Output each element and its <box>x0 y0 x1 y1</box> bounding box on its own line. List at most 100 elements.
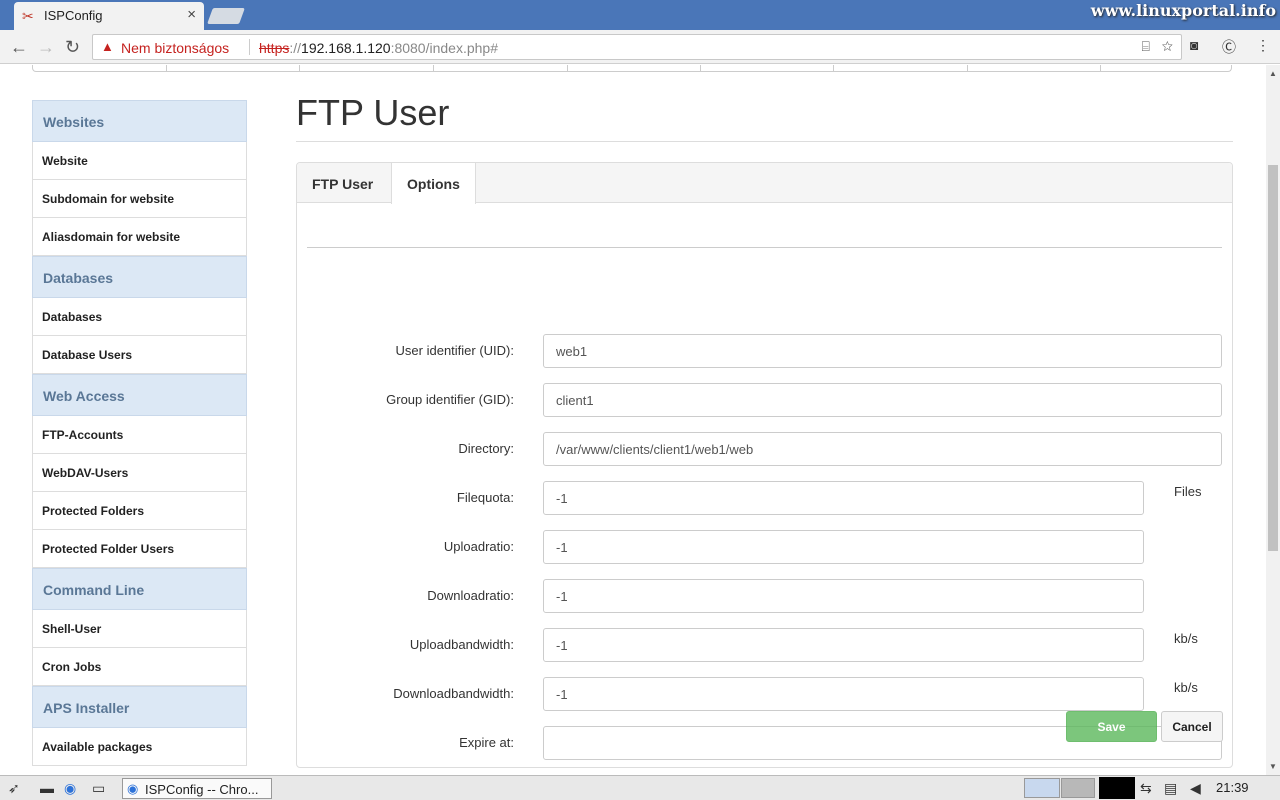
sidebar-section-aps-installer: APS Installer <box>32 686 247 728</box>
workspace-2[interactable] <box>1061 778 1095 798</box>
watermark: www.linuxportal.info <box>1090 1 1276 20</box>
sidebar-item-available-packages[interactable]: Available packages <box>32 728 247 766</box>
downloadbandwidth-label: Downloadbandwidth: <box>393 686 514 701</box>
tab-options[interactable]: Options <box>391 163 476 204</box>
sidebar-item-shell-user[interactable]: Shell-User <box>32 610 247 648</box>
forward-arrow-icon[interactable]: → <box>37 37 55 58</box>
network-icon[interactable]: ⇆ <box>1140 780 1152 797</box>
sidebar-item-website[interactable]: Website <box>32 142 247 180</box>
row-filequota: Filequota: Files <box>297 481 1232 515</box>
file-manager-icon[interactable]: ▬ <box>40 780 54 796</box>
security-indicator[interactable]: Nem biztonságos <box>121 40 229 56</box>
filequota-unit: Files <box>1174 484 1202 499</box>
uploadbandwidth-unit: kb/s <box>1174 631 1198 646</box>
row-directory: Directory: <box>297 432 1232 466</box>
ispconfig-favicon-icon: ✂ <box>22 8 34 24</box>
scroll-down-icon[interactable]: ▼ <box>1269 762 1277 771</box>
uid-label: User identifier (UID): <box>395 343 514 358</box>
sidebar-section-command-line: Command Line <box>32 568 247 610</box>
scroll-up-icon[interactable]: ▲ <box>1269 69 1277 78</box>
row-uploadbandwidth: Uploadbandwidth: kb/s <box>297 628 1232 662</box>
sidebar-item-subdomain[interactable]: Subdomain for website <box>32 180 247 218</box>
url-host: 192.168.1.120 <box>301 40 391 56</box>
page-scrollbar[interactable]: ▲ ▼ <box>1266 65 1280 775</box>
sidebar-item-protected-folders[interactable]: Protected Folders <box>32 492 247 530</box>
browser-menu-icon[interactable]: ⋮ <box>1256 37 1270 54</box>
sidebar-item-protected-folder-users[interactable]: Protected Folder Users <box>32 530 247 568</box>
reload-icon[interactable]: ↻ <box>65 37 80 58</box>
new-tab-button[interactable] <box>207 8 245 24</box>
tab-close-icon[interactable]: × <box>187 6 196 23</box>
omnibox-divider <box>249 39 250 55</box>
chrome-launcher-icon[interactable]: ◉ <box>64 780 76 797</box>
cancel-button[interactable]: Cancel <box>1161 711 1223 742</box>
taskbar-clock[interactable]: 21:39 <box>1216 780 1249 795</box>
url-separator: :// <box>289 40 302 56</box>
sidebar-item-aliasdomain[interactable]: Aliasdomain for website <box>32 218 247 256</box>
sidebar-section-databases: Databases <box>32 256 247 298</box>
uploadratio-input[interactable] <box>543 530 1144 564</box>
desktop-taskbar: ➶ ▬ ◉ ▭ ◉ ISPConfig -- Chro... ⇆ ▤ ◀ 21:… <box>0 775 1280 800</box>
sidebar-menu: Websites Website Subdomain for website A… <box>32 100 247 766</box>
uid-input[interactable] <box>543 334 1222 368</box>
tab-ftp-user[interactable]: FTP User <box>297 163 388 204</box>
gid-label: Group identifier (GID): <box>386 392 514 407</box>
workspace-1[interactable] <box>1024 778 1060 798</box>
sidebar-item-database-users[interactable]: Database Users <box>32 336 247 374</box>
sidebar-section-web-access: Web Access <box>32 374 247 416</box>
filequota-input[interactable] <box>543 481 1144 515</box>
form-panel: FTP User Options User identifier (UID): … <box>296 162 1233 768</box>
url-scheme: https <box>259 40 290 56</box>
browser-toolbar: ← → ↻ ▲ Nem biztonságos https://192.168.… <box>0 30 1280 64</box>
translate-icon[interactable]: ⌸ <box>1141 38 1149 54</box>
sidebar-item-databases[interactable]: Databases <box>32 298 247 336</box>
directory-input[interactable] <box>543 432 1222 466</box>
page-title: FTP User <box>296 92 450 133</box>
row-downloadbandwidth: Downloadbandwidth: kb/s <box>297 677 1232 711</box>
gid-input[interactable] <box>543 383 1222 417</box>
omnibox-actions: ⌸ ☆ <box>1141 38 1173 55</box>
downloadbandwidth-unit: kb/s <box>1174 680 1198 695</box>
chrome-window-icon: ◉ <box>127 781 139 796</box>
page-content: Websites Website Subdomain for website A… <box>0 65 1266 775</box>
scrollbar-thumb[interactable] <box>1268 165 1278 551</box>
volume-icon[interactable]: ◀ <box>1190 780 1201 797</box>
browser-tab-bar: ✂ ISPConfig × www.linuxportal.info <box>0 0 1280 30</box>
back-arrow-icon[interactable]: ← <box>10 37 28 58</box>
top-navigation-strip <box>32 65 1232 72</box>
directory-label: Directory: <box>458 441 514 456</box>
downloadratio-input[interactable] <box>543 579 1144 613</box>
clipboard-icon[interactable]: ▤ <box>1164 780 1177 797</box>
taskbar-window-button[interactable]: ◉ ISPConfig -- Chro... <box>122 778 272 799</box>
warning-icon: ▲ <box>101 39 114 54</box>
sidebar-item-webdav-users[interactable]: WebDAV-Users <box>32 454 247 492</box>
uploadbandwidth-label: Uploadbandwidth: <box>409 637 514 652</box>
save-button[interactable]: Save <box>1066 711 1157 742</box>
row-gid: Group identifier (GID): <box>297 383 1232 417</box>
downloadratio-label: Downloadratio: <box>427 588 514 603</box>
row-uploadratio: Uploadratio: <box>297 530 1232 564</box>
address-bar[interactable]: ▲ Nem biztonságos https://192.168.1.120:… <box>92 34 1182 60</box>
row-downloadratio: Downloadratio: <box>297 579 1232 613</box>
extension-icon[interactable]: ◙ <box>1190 37 1198 53</box>
profile-extension-icon[interactable]: Ⓒ <box>1222 37 1236 57</box>
cpu-monitor <box>1099 777 1135 799</box>
tab-title: ISPConfig <box>44 8 103 23</box>
form-divider <box>307 247 1222 248</box>
uploadbandwidth-input[interactable] <box>543 628 1144 662</box>
bookmark-star-icon[interactable]: ☆ <box>1162 38 1173 54</box>
sidebar-item-cron-jobs[interactable]: Cron Jobs <box>32 648 247 686</box>
taskbar-window-label: ISPConfig -- Chro... <box>145 782 259 797</box>
browser-tab-ispconfig[interactable]: ✂ ISPConfig × <box>14 2 204 30</box>
url-text[interactable]: https://192.168.1.120:8080/index.php# <box>259 40 498 56</box>
row-uid: User identifier (UID): <box>297 334 1232 368</box>
terminal-launcher-icon[interactable]: ▭ <box>92 780 105 797</box>
expire-label: Expire at: <box>459 735 514 750</box>
downloadbandwidth-input[interactable] <box>543 677 1144 711</box>
filequota-label: Filequota: <box>456 490 514 505</box>
title-divider <box>296 141 1233 142</box>
sidebar-item-ftp-accounts[interactable]: FTP-Accounts <box>32 416 247 454</box>
url-path: :8080/index.php# <box>390 40 498 56</box>
start-menu-icon[interactable]: ➶ <box>8 780 20 797</box>
form-tabs: FTP User Options <box>297 163 1232 204</box>
